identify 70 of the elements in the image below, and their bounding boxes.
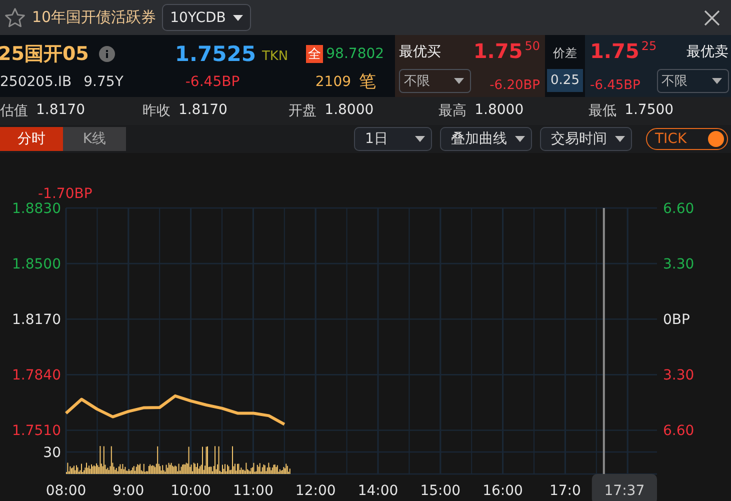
stat-value: 1.8170 — [36, 102, 85, 120]
window-title: 10年国开债活跃券 — [32, 8, 156, 27]
caret-icon — [415, 136, 425, 142]
spread-value: 0.25 — [547, 69, 583, 92]
star-icon[interactable] — [4, 6, 26, 28]
yield-change: -6.45BP — [185, 74, 241, 90]
chart-tab[interactable]: K线 — [63, 127, 126, 151]
trade-unit: 笔 — [359, 71, 376, 93]
caret-icon — [615, 136, 625, 142]
x-axis-label: 14:00 — [358, 483, 398, 499]
cursor-time-label: 17:37 — [592, 474, 657, 501]
caret-icon — [712, 78, 722, 84]
best-offer-yield-tail: 25 — [641, 39, 657, 53]
y-axis-label: 1.7510 — [12, 423, 61, 440]
close-icon[interactable] — [703, 8, 721, 26]
best-bid-yield: 1.75 — [473, 39, 523, 63]
stat-label: 估值 — [0, 102, 28, 120]
caret-icon — [454, 78, 464, 84]
stat-value: 1.8000 — [474, 102, 524, 120]
chart-dropdown[interactable]: 叠加曲线 — [440, 127, 532, 151]
y-axis-label: 6.60 — [663, 423, 694, 440]
best-bid-yield-tail: 50 — [524, 39, 540, 53]
x-axis-label: 17:0 — [549, 483, 581, 499]
trade-count: 2109 — [315, 74, 352, 90]
y-axis-label: 3.30 — [663, 368, 694, 384]
y-axis-label: 1.8500 — [12, 256, 61, 273]
x-axis-label: 11:00 — [233, 483, 274, 499]
best-offer-yield: 1.75 — [590, 39, 640, 63]
x-axis-label: 9:00 — [112, 483, 144, 499]
price-value: 98.7802 — [326, 46, 384, 62]
y-axis-label: 3.30 — [663, 256, 694, 273]
y-axis-label: 0BP — [663, 312, 690, 328]
y-axis-label: 6.60 — [663, 201, 694, 217]
tick-toggle[interactable]: TICK — [646, 128, 728, 150]
code-dropdown[interactable]: 10YCDB — [162, 4, 251, 31]
x-axis-label: 10:00 — [170, 483, 211, 499]
price-badge: 全 — [306, 44, 324, 62]
bond-code: 250205.IB — [0, 74, 72, 90]
y-axis-label: 1.8830 — [12, 201, 61, 217]
yield-value: 1.7525 — [174, 42, 256, 66]
stat-label: 最高 — [438, 102, 467, 120]
caret-icon — [515, 136, 525, 142]
best-offer-label: 最优卖 — [686, 43, 729, 61]
stat-label: 开盘 — [288, 102, 317, 120]
stat-value: 1.8000 — [324, 102, 374, 120]
chart-dropdown[interactable]: 交易时间 — [540, 127, 632, 151]
stat-value: 1.7500 — [624, 102, 674, 120]
stat-value: 1.8170 — [178, 102, 228, 120]
x-axis-label: 16:00 — [482, 483, 523, 499]
stat-label: 最低 — [588, 102, 617, 120]
y-axis-label: 1.7840 — [12, 368, 61, 384]
chart-tab[interactable]: 分时 — [0, 127, 63, 151]
tenor: 9.75Y — [84, 74, 124, 90]
x-axis-label: 15:00 — [420, 483, 461, 499]
chart-dropdown[interactable]: 1日 — [354, 127, 432, 151]
spread-label: 价差 — [553, 45, 577, 62]
info-icon[interactable] — [98, 46, 115, 62]
x-axis-label: 12:00 — [295, 483, 336, 499]
stat-label: 昨收 — [142, 102, 170, 120]
best-bid-change: -6.20BP — [490, 78, 540, 93]
offer-filter-dropdown[interactable]: 不限 — [656, 69, 729, 93]
y-axis-label: 1.8170 — [12, 312, 61, 328]
yield-source: TKN — [262, 49, 288, 64]
caret-icon — [232, 14, 243, 20]
volume-axis-label: 30 — [43, 445, 61, 461]
best-offer-change: -6.45BP — [590, 78, 642, 93]
bid-filter-dropdown[interactable]: 不限 — [399, 69, 471, 93]
x-axis-label: 08:00 — [46, 483, 86, 499]
change-label: -1.70BP — [38, 186, 92, 202]
best-bid-label: 最优买 — [399, 43, 442, 61]
